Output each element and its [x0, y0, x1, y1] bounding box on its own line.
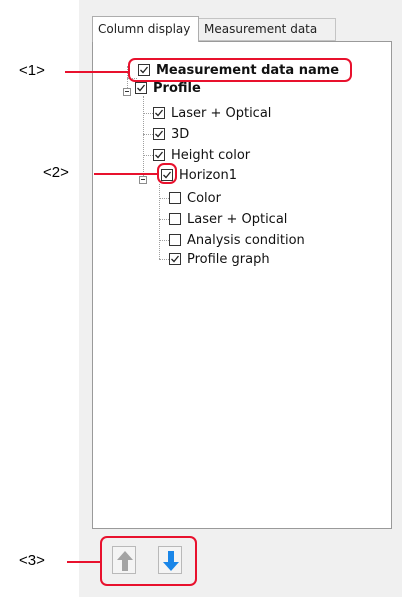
checkbox[interactable]	[169, 234, 181, 246]
tree-guide	[143, 155, 153, 156]
tree-guide	[143, 134, 153, 135]
check-icon	[155, 151, 164, 159]
tree-guide	[159, 198, 169, 199]
checkbox[interactable]	[153, 107, 165, 119]
callout-label-2: <2>	[43, 164, 69, 181]
node-label: Profile	[153, 81, 201, 96]
check-icon	[155, 130, 164, 138]
callout-box-1	[128, 58, 352, 82]
checkbox[interactable]	[169, 192, 181, 204]
checkbox[interactable]	[135, 82, 147, 94]
collapse-icon[interactable]	[139, 176, 147, 184]
callout-line-1	[65, 71, 128, 73]
column-tree-view[interactable]: Measurement data name Profile Laser + Op…	[92, 41, 392, 529]
node-label: Analysis condition	[187, 233, 305, 248]
check-icon	[155, 109, 164, 117]
callout-box-2	[157, 163, 177, 184]
callout-box-3	[100, 536, 197, 586]
check-icon	[171, 255, 180, 263]
node-label: 3D	[171, 127, 190, 142]
node-label: Profile graph	[187, 252, 270, 267]
callout-line-3	[67, 561, 100, 563]
checkbox[interactable]	[169, 253, 181, 265]
tree-guide	[159, 184, 160, 259]
checkbox[interactable]	[169, 213, 181, 225]
tab-column-display[interactable]: Column display	[92, 16, 199, 42]
node-label: Color	[187, 191, 221, 206]
callout-label-1: <1>	[19, 62, 45, 79]
collapse-icon[interactable]	[123, 88, 131, 96]
node-label: Height color	[171, 148, 251, 163]
tree-guide	[159, 240, 169, 241]
node-label: Horizon1	[179, 168, 237, 183]
tree-guide	[143, 113, 153, 114]
tree-guide	[143, 96, 144, 180]
node-label: Laser + Optical	[171, 106, 272, 121]
callout-line-2	[94, 173, 157, 175]
tree-guide	[159, 219, 169, 220]
checkbox[interactable]	[153, 128, 165, 140]
check-icon	[137, 84, 146, 92]
tab-measurement-data[interactable]: Measurement data	[199, 18, 336, 41]
callout-label-3: <3>	[19, 552, 45, 569]
node-label: Laser + Optical	[187, 212, 288, 227]
tree-guide	[159, 259, 169, 260]
checkbox[interactable]	[153, 149, 165, 161]
